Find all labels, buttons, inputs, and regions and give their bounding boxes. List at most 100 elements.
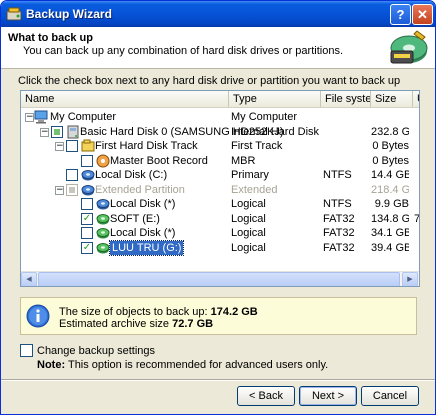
row-name: Master Boot Record [110,154,208,167]
scroll-left-icon[interactable]: ◀ [21,272,37,286]
row-size: 0 Bytes [372,140,409,152]
disk-track-icon [81,139,95,153]
close-button[interactable]: ✕ [412,4,433,25]
partition-icon [96,197,110,211]
column-header-used[interactable]: U [413,91,419,107]
table-row[interactable]: − Basic Hard Disk 0 (SAMSUNG HD252KJ) Inte… [21,125,419,139]
table-header: Name Type File system Size U [21,91,419,108]
note-text: This option is recommended for advanced … [67,359,329,371]
column-header-file-system[interactable]: File system [321,91,371,107]
objects-size-label: The size of objects to back up: [59,306,208,318]
row-name: LUU TRU (G:) [108,239,185,256]
help-button[interactable]: ? [390,4,411,25]
row-file-system: NTFS [323,198,352,210]
row-used: 7 [414,212,420,225]
table-row[interactable]: Local Disk (C:) Primary NTFS 14.4 GB [21,168,419,182]
row-checkbox[interactable] [51,125,63,138]
row-file-system [323,183,371,197]
partition-green-icon [96,226,110,240]
row-name: Local Disk (*) [110,227,176,239]
row-file-system [323,125,371,139]
table-row[interactable]: Local Disk (*) Logical NTFS 9.9 GB [21,197,419,211]
row-size: 14.4 GB [371,169,409,181]
row-type: Logical [231,227,266,239]
table-row[interactable]: − My Computer My Computer [21,110,419,124]
row-type: Primary [231,169,269,181]
back-button[interactable]: < Back [237,386,295,406]
backup-drive-logo [390,30,428,64]
page-subtitle: You can back up any combination of hard … [23,45,343,57]
computer-icon [34,110,48,124]
instruction-text: Click the check box next to any hard dis… [18,75,401,87]
collapse-expander-icon[interactable]: − [40,127,49,137]
row-name: My Computer [50,111,117,123]
backup-wizard-window: Backup Wizard ? ✕ What to back up You ca… [0,0,436,415]
archive-size-value: 72.7 GB [172,318,214,330]
table-row[interactable]: − Extended Partition Extended 218.4 GB [21,183,419,197]
row-size: 9.9 GB [374,198,409,210]
column-header-name[interactable]: Name [21,91,229,107]
collapse-expander-icon[interactable]: − [55,142,64,151]
partition-green-icon [96,212,110,226]
settings-note: Note: This option is recommended for adv… [37,359,328,371]
row-checkbox[interactable] [81,227,93,239]
window-title: Backup Wizard [26,7,112,21]
page-title: What to back up [8,32,93,44]
table-row[interactable]: Master Boot Record MBR 0 Bytes [21,154,419,168]
column-header-type[interactable]: Type [229,91,321,107]
collapse-expander-icon[interactable]: − [25,113,34,122]
column-header-size[interactable]: Size [371,91,413,107]
row-checkbox[interactable]: ✓ [81,241,93,254]
row-type: Logical [231,198,266,210]
next-button[interactable]: Next > [299,386,357,406]
row-size: 218.4 GB [371,183,409,196]
archive-size-line: Estimated archive size 72.7 GB [59,318,213,330]
scroll-right-icon[interactable]: ▶ [402,272,418,286]
disk-tree-table[interactable]: Name Type File system Size U −My Compute… [20,90,420,287]
table-row[interactable]: ✓ LUU TRU (G:) Logical FAT32 39.4 GB [21,239,419,256]
row-type: My Computer [231,111,298,123]
table-row[interactable]: ✓ SOFT (E:) Logical FAT32 134.8 GB 7 [21,212,420,226]
row-type: MBR [231,154,256,167]
row-checkbox[interactable] [81,198,93,210]
scrollbar-thumb[interactable] [38,272,400,286]
change-settings-label[interactable]: Change backup settings [37,345,155,357]
row-checkbox[interactable]: ✓ [81,212,93,225]
partition-green-icon [96,241,110,255]
partition-icon [81,168,95,182]
row-checkbox[interactable] [66,140,78,152]
row-checkbox[interactable] [66,183,78,196]
row-name: Local Disk (*) [110,198,176,210]
row-size: 0 Bytes [372,154,409,167]
row-file-system [323,110,371,124]
horizontal-scrollbar[interactable]: ◀ ▶ [21,271,419,286]
row-checkbox[interactable] [66,169,78,181]
row-file-system [323,139,371,153]
table-row[interactable]: − First Hard Disk Track First Track 0 Bytes [21,139,419,153]
collapse-expander-icon[interactable]: − [55,185,64,195]
cancel-button[interactable]: Cancel [361,386,419,406]
backup-size-info: The size of objects to back up: 174.2 GB… [20,297,417,335]
row-file-system [323,154,371,168]
row-type: Logical [231,241,266,254]
row-size: 39.4 GB [371,241,409,254]
info-icon [26,304,50,328]
wizard-header: What to back up You can back up any comb… [1,27,435,69]
objects-size-line: The size of objects to back up: 174.2 GB [59,306,258,318]
change-settings-checkbox[interactable] [20,344,33,357]
table-row[interactable]: Local Disk (*) Logical FAT32 34.1 GB [21,226,419,240]
footer-divider [1,379,435,381]
row-name: SOFT (E:) [110,212,160,225]
backup-app-icon [6,7,22,21]
row-type: Internal Hard Disk Drive [231,125,321,138]
row-type: Logical [231,212,266,225]
row-checkbox[interactable] [81,154,93,167]
row-size: 134.8 GB [371,212,409,225]
row-size: 232.8 GB [371,125,409,138]
row-file-system: FAT32 [323,227,355,239]
row-type: First Track [231,140,283,152]
title-bar: Backup Wizard ? ✕ [1,1,435,27]
row-size: 34.1 GB [371,227,409,239]
note-prefix: Note: [37,359,66,371]
row-size [371,110,409,124]
